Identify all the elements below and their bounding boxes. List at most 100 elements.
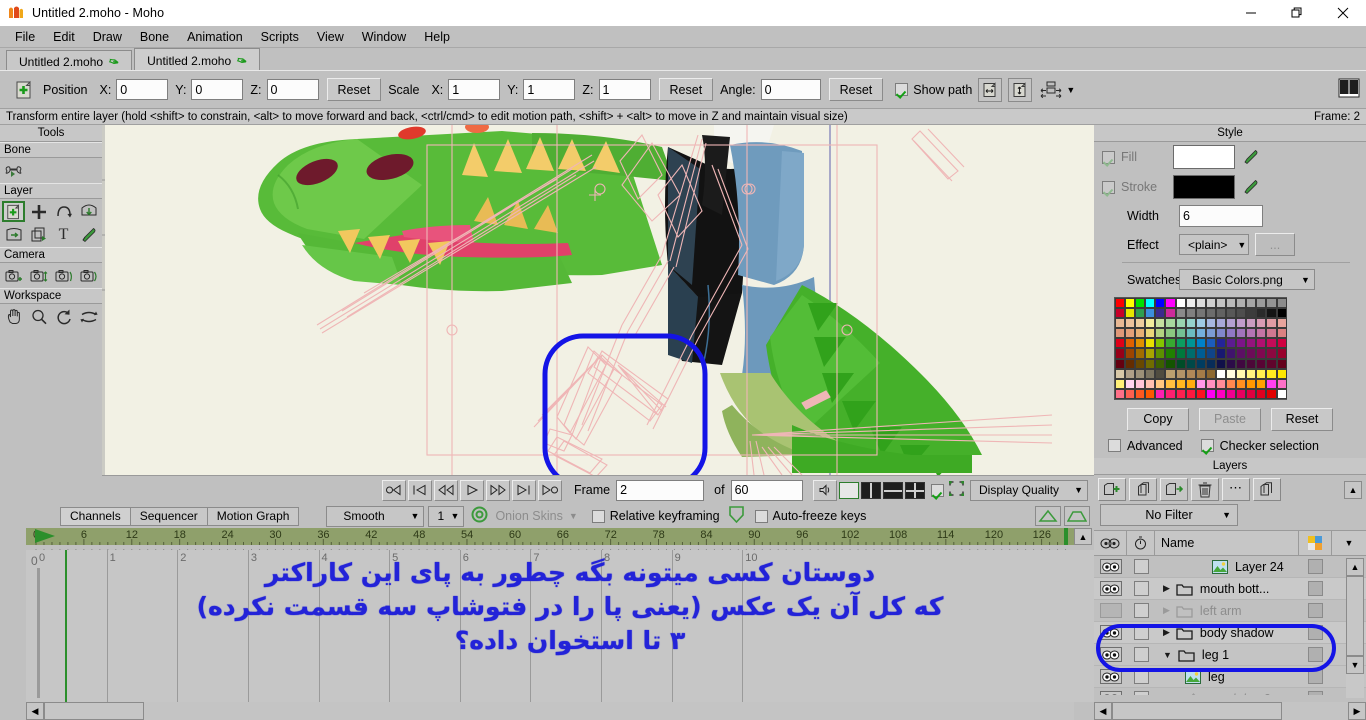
ease-peak-icon[interactable]	[1035, 506, 1061, 526]
chevron-right-icon[interactable]: ▶	[1348, 702, 1366, 720]
palette-swatch[interactable]	[1175, 348, 1186, 359]
camera-track-icon[interactable]	[2, 265, 25, 286]
scale-reset-button[interactable]: Reset	[658, 78, 714, 101]
palette-swatch[interactable]	[1195, 308, 1206, 319]
palette-swatch[interactable]	[1185, 338, 1196, 349]
palette-swatch[interactable]	[1155, 378, 1166, 389]
transform-layer-icon[interactable]	[2, 201, 25, 222]
pan-hand-icon[interactable]	[2, 306, 25, 327]
palette-swatch[interactable]	[1145, 378, 1156, 389]
show-edges-checkbox[interactable]	[931, 483, 944, 497]
palette-swatch[interactable]	[1175, 358, 1186, 369]
palette-swatch[interactable]	[1145, 348, 1156, 359]
copy-button[interactable]: Copy	[1127, 407, 1189, 431]
layers-list[interactable]: Layer 24 ▶ mouth bott... ▶ left arm ▶ body sha…	[1094, 556, 1366, 695]
palette-swatch[interactable]	[1276, 298, 1287, 309]
palette-swatch[interactable]	[1185, 328, 1196, 339]
menu-view[interactable]: View	[308, 28, 353, 46]
palette-swatch[interactable]	[1175, 308, 1186, 319]
palette-swatch[interactable]	[1165, 378, 1176, 389]
stroke-checkbox[interactable]	[1102, 180, 1115, 194]
palette-swatch[interactable]	[1256, 378, 1267, 389]
palette-swatch[interactable]	[1205, 388, 1216, 399]
chevron-down-icon[interactable]: ▼	[1066, 85, 1075, 95]
palette-swatch[interactable]	[1236, 368, 1247, 379]
ease-trapezoid-icon[interactable]	[1064, 506, 1090, 526]
palette-swatch[interactable]	[1165, 298, 1176, 309]
palette-swatch[interactable]	[1115, 308, 1126, 319]
go-to-end-icon[interactable]	[538, 479, 562, 501]
table-row[interactable]: ▶ body shadow	[1094, 622, 1366, 644]
new-layer-icon[interactable]	[1098, 478, 1126, 501]
scale-x-input[interactable]	[448, 79, 501, 100]
two-column-view-icon[interactable]	[861, 481, 881, 499]
auto-freeze-keys-checkbox[interactable]: Auto-freeze keys	[754, 509, 866, 523]
palette-swatch[interactable]	[1256, 388, 1267, 399]
palette-swatch[interactable]	[1155, 348, 1166, 359]
palette-swatch[interactable]	[1215, 378, 1227, 389]
stroke-color-swatch[interactable]	[1173, 175, 1235, 199]
scale-z-input[interactable]	[598, 79, 651, 100]
close-button[interactable]	[1320, 0, 1366, 26]
swatches-select[interactable]: Basic Colors.png ▼	[1179, 269, 1315, 290]
position-y-input[interactable]	[191, 79, 244, 100]
follow-path-icon[interactable]	[2, 224, 25, 245]
palette-swatch[interactable]	[1145, 308, 1156, 319]
palette-swatch[interactable]	[1135, 368, 1146, 379]
angle-reset-button[interactable]: Reset	[828, 78, 884, 101]
position-z-input[interactable]	[266, 79, 319, 100]
angle-input[interactable]	[760, 79, 821, 100]
palette-swatch[interactable]	[1266, 338, 1277, 349]
table-row[interactable]: mesh leg 2	[1094, 688, 1366, 695]
minimize-button[interactable]	[1228, 0, 1274, 26]
palette-swatch[interactable]	[1175, 388, 1186, 399]
frame-input[interactable]	[616, 479, 705, 501]
palette-swatch[interactable]	[1135, 388, 1146, 399]
width-input[interactable]	[1179, 205, 1263, 227]
palette-swatch[interactable]	[1276, 338, 1287, 349]
fill-eyedropper-icon[interactable]	[1241, 147, 1261, 167]
palette-swatch[interactable]	[1145, 298, 1156, 309]
visibility-eye-icon[interactable]	[1099, 581, 1122, 596]
palette-swatch[interactable]	[1236, 298, 1247, 309]
column-visibility[interactable]	[1094, 531, 1127, 555]
palette-swatch[interactable]	[1165, 388, 1176, 399]
fill-color-swatch[interactable]	[1173, 145, 1235, 169]
camera-roll-icon[interactable]	[52, 265, 75, 286]
palette-swatch[interactable]	[1135, 328, 1146, 339]
document-tab-2[interactable]: Untitled 2.moho ✑	[134, 48, 261, 70]
palette-swatch[interactable]	[1226, 388, 1237, 399]
palette-swatch[interactable]	[1125, 318, 1136, 329]
palette-swatch[interactable]	[1195, 368, 1206, 379]
menu-bone[interactable]: Bone	[131, 28, 178, 46]
table-row[interactable]: ▼ leg 1	[1094, 644, 1366, 666]
palette-swatch[interactable]	[1125, 298, 1136, 309]
palette-swatch[interactable]	[1246, 338, 1257, 349]
paste-button[interactable]: Paste	[1199, 407, 1261, 431]
speaker-icon[interactable]	[812, 479, 837, 501]
palette-swatch[interactable]	[1226, 298, 1237, 309]
palette-swatch[interactable]	[1195, 388, 1206, 399]
palette-swatch[interactable]	[1246, 308, 1257, 319]
eyedropper-icon[interactable]	[77, 224, 100, 245]
visibility-eye-icon[interactable]	[1099, 647, 1122, 662]
timeline-channels[interactable]: 0 0 1 2 3 4 5 6 7 8 9 10	[0, 550, 1094, 702]
align-icon[interactable]	[1038, 78, 1064, 102]
layers-vscrollbar[interactable]: ▲ ▼	[1346, 558, 1364, 698]
palette-swatch[interactable]	[1175, 378, 1186, 389]
palette-swatch[interactable]	[1256, 328, 1267, 339]
palette-swatch[interactable]	[1145, 338, 1156, 349]
visibility-eye-icon[interactable]	[1099, 691, 1122, 695]
keyframe-toggle[interactable]	[1133, 603, 1149, 618]
layer-color-swatch[interactable]	[1308, 559, 1323, 574]
previous-keyframe-icon[interactable]	[408, 479, 432, 501]
reset-workspace-icon[interactable]	[77, 306, 100, 327]
palette-swatch[interactable]	[1276, 308, 1287, 319]
layer-color-swatch[interactable]	[1308, 647, 1323, 662]
palette-swatch[interactable]	[1115, 358, 1126, 369]
palette-swatch[interactable]	[1175, 298, 1186, 309]
palette-swatch[interactable]	[1266, 378, 1277, 389]
new-group-layer-icon[interactable]	[1160, 478, 1188, 501]
next-keyframe-icon[interactable]	[512, 479, 536, 501]
table-row[interactable]: Layer 24	[1094, 556, 1366, 578]
